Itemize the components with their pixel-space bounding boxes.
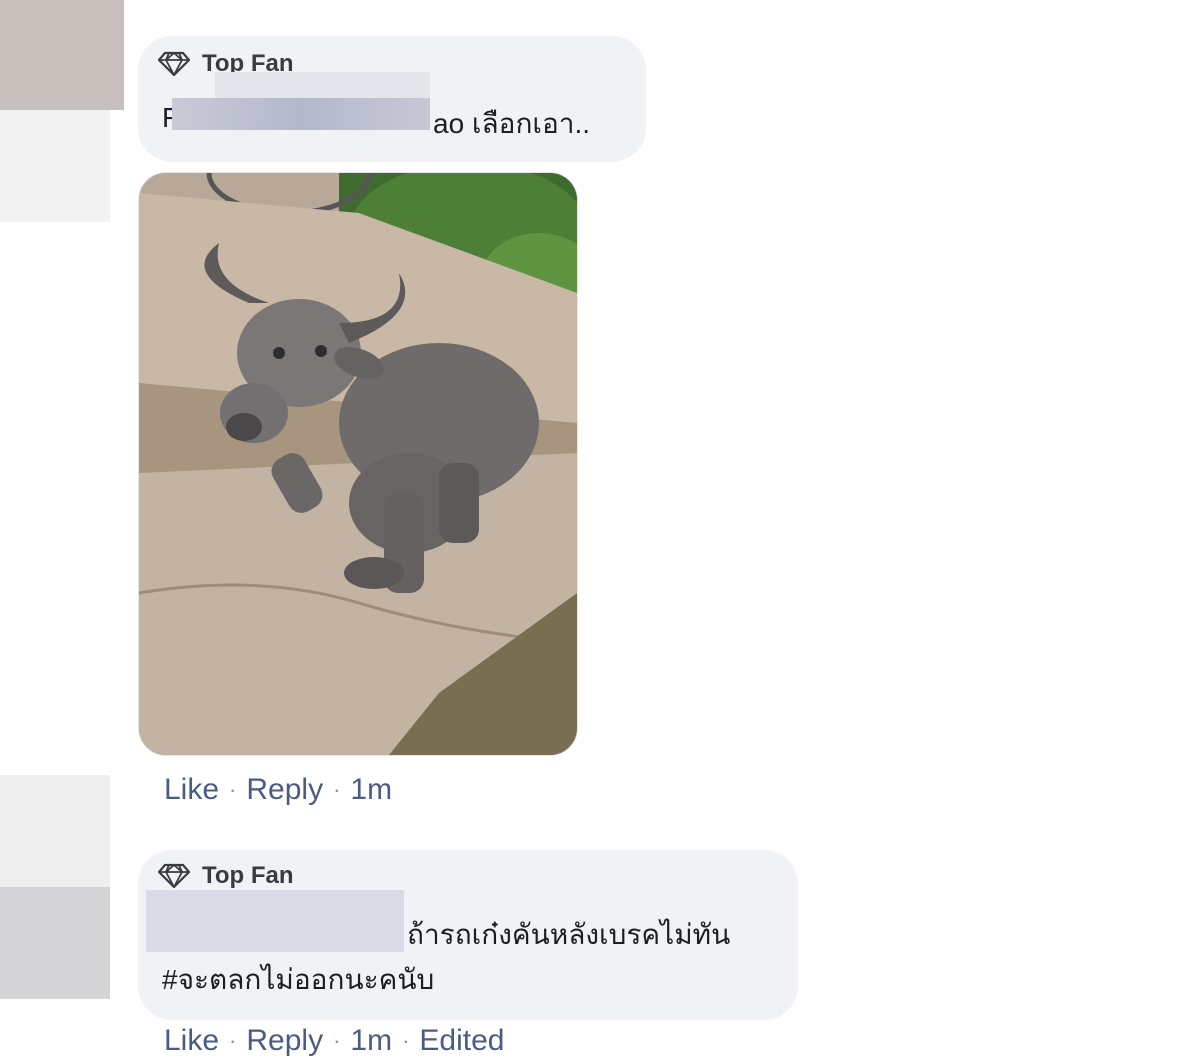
comment-text: ao เลือกเอา.. [433, 108, 591, 139]
diamond-icon [158, 863, 190, 889]
buffalo-calf-image [139, 173, 577, 755]
separator: · [333, 777, 341, 802]
comment-actions: Like · Reply · 1m [164, 773, 392, 807]
like-link[interactable]: Like [164, 1024, 219, 1058]
comment-photo[interactable] [138, 172, 578, 756]
diamond-icon [158, 51, 190, 77]
reply-link[interactable]: Reply [246, 1024, 323, 1058]
separator: · [402, 1028, 410, 1053]
like-link[interactable]: Like [164, 773, 219, 807]
top-fan-label: Top Fan [202, 862, 294, 889]
timestamp-link[interactable]: 1m [350, 773, 392, 807]
comment-thread: Top Fan F ao เลือกเอา.. Like · Reply · 1… [0, 0, 1200, 1059]
avatar[interactable] [0, 775, 110, 887]
redacted-name [172, 98, 430, 130]
avatar[interactable] [0, 0, 124, 110]
separator: · [333, 1028, 341, 1053]
redacted-name [215, 72, 430, 100]
redacted-name [146, 890, 404, 952]
timestamp-link[interactable]: 1m [350, 1024, 392, 1058]
avatar-placeholder [0, 887, 110, 999]
avatar-placeholder [0, 110, 110, 222]
edited-link[interactable]: Edited [419, 1024, 504, 1058]
top-fan-badge[interactable]: Top Fan [158, 862, 294, 890]
separator: · [229, 777, 237, 802]
comment-actions: Like · Reply · 1m · Edited [164, 1024, 505, 1058]
separator: · [229, 1028, 237, 1053]
comment-text-line1: ถ้ารถเก๋งคันหลังเบรคไม่ทัน [407, 919, 731, 950]
reply-link[interactable]: Reply [246, 773, 323, 807]
comment-text-line2[interactable]: #จะตลกไม่ออกนะคนับ [162, 958, 434, 1002]
